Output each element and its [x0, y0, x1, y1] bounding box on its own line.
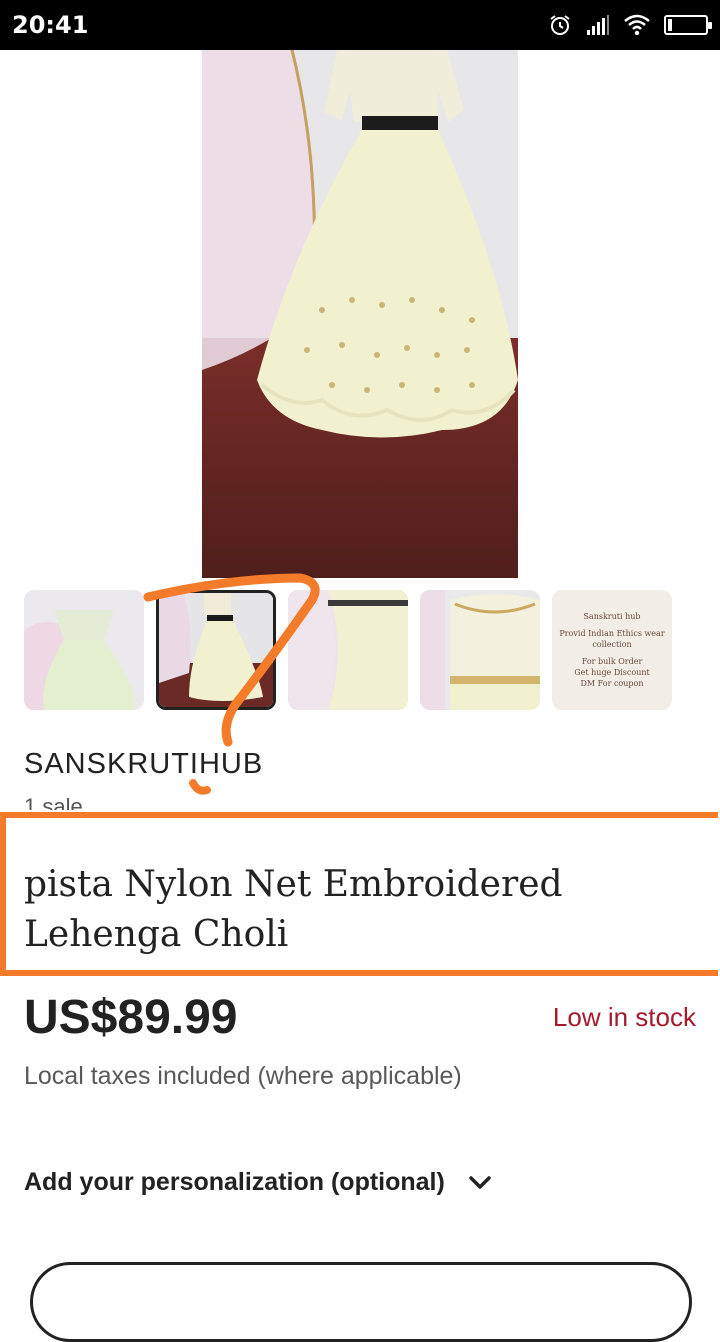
info-line-4: For bulk Order: [581, 657, 643, 666]
signal-icon: [587, 15, 609, 35]
product-price: US$89.99: [24, 991, 238, 1044]
thumbnail-4[interactable]: [420, 590, 540, 710]
taxes-note: Local taxes included (where applicable): [24, 1062, 462, 1090]
sales-count: 1 sale: [24, 794, 83, 810]
status-time: 20:41: [12, 11, 89, 39]
info-line-3: collection: [592, 640, 632, 649]
thumbnail-3[interactable]: [288, 590, 408, 710]
status-icons: [548, 13, 712, 37]
stock-status: Low in stock: [552, 1002, 696, 1032]
info-line-6: DM For coupon: [580, 679, 644, 688]
shop-name-link[interactable]: SANSKRUTIHUB: [24, 748, 263, 781]
thumbnail-5-info-card[interactable]: Sanskruti hub Provid Indian Ethics wear …: [552, 590, 672, 710]
info-line-1: Sanskruti hub: [583, 612, 641, 621]
battery-icon: [664, 15, 712, 35]
thumbnail-gallery: Sanskruti hub Provid Indian Ethics wear …: [24, 590, 672, 710]
personalization-toggle[interactable]: Add your personalization (optional): [24, 1168, 491, 1197]
personalization-label: Add your personalization (optional): [24, 1168, 445, 1196]
wifi-icon: [624, 14, 650, 36]
product-title: pista Nylon Net Embroidered Lehenga Chol…: [24, 864, 563, 955]
thumbnail-2-selected[interactable]: [156, 590, 276, 710]
info-line-2: Provid Indian Ethics wear: [559, 629, 665, 638]
action-button-partial[interactable]: [30, 1262, 692, 1342]
status-bar: 20:41: [0, 0, 720, 50]
info-line-5: Get huge Discount: [574, 668, 650, 677]
chevron-down-icon: [469, 1175, 491, 1189]
thumbnail-1[interactable]: [24, 590, 144, 710]
product-main-image[interactable]: [202, 50, 518, 578]
alarm-icon: [550, 15, 570, 35]
